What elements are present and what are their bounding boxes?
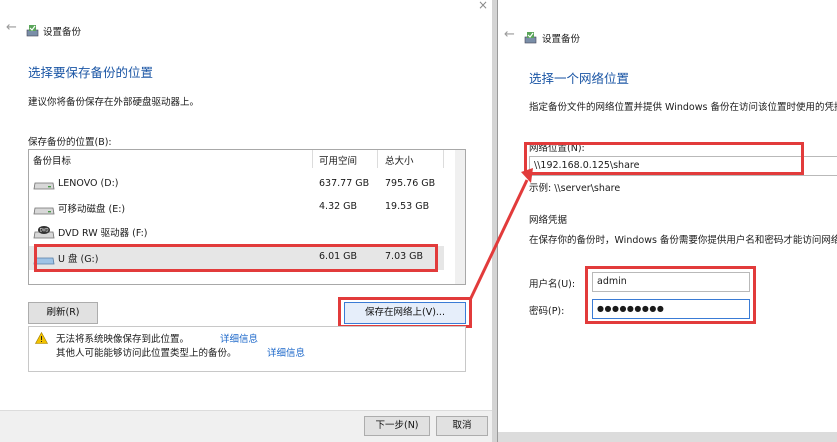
- credentials-title: 网络凭据: [529, 215, 568, 226]
- hard-drive-icon: [33, 182, 55, 190]
- list-item[interactable]: DVD DVD RW 驱动器 (F:): [29, 220, 444, 244]
- example-text: 示例: \\server\share: [529, 183, 621, 194]
- description-text: 指定备份文件的网络位置并提供 Windows 备份在访问该位置时使用的凭据: [529, 102, 837, 113]
- close-icon[interactable]: ×: [478, 0, 488, 12]
- warning-icon: [35, 332, 48, 344]
- details-link-2[interactable]: 详细信息: [267, 345, 305, 359]
- svg-text:DVD: DVD: [40, 228, 49, 233]
- column-target[interactable]: 备份目标: [33, 153, 71, 167]
- details-link-1[interactable]: 详细信息: [220, 331, 258, 345]
- drive-name: LENOVO (D:): [58, 178, 119, 189]
- usb-drive-icon: [33, 257, 55, 265]
- save-on-network-button[interactable]: 保存在网络上(V)...: [344, 302, 466, 324]
- back-arrow-icon[interactable]: ←: [6, 20, 17, 35]
- window-title: 设置备份: [43, 27, 82, 38]
- network-location-input[interactable]: \\192.168.0.125\share: [529, 156, 837, 176]
- drive-free: 6.01 GB: [319, 251, 358, 262]
- setup-backup-window: ← 设置备份 选择要保存备份的位置 建议你将备份保存在外部硬盘驱动器上。 保存备…: [0, 0, 492, 442]
- column-free-space[interactable]: 可用空间: [319, 153, 357, 167]
- drive-name: U 盘 (G:): [58, 254, 99, 265]
- list-item-selected[interactable]: U 盘 (G:) 6.01 GB 7.03 GB: [29, 246, 444, 270]
- password-label: 密码(P):: [529, 306, 565, 317]
- backup-target-list[interactable]: 备份目标 可用空间 总大小 LENOVO (D:) 637.77 GB 795.…: [28, 149, 466, 285]
- network-location-label: 网络位置(N):: [529, 143, 585, 154]
- drive-free: 4.32 GB: [319, 201, 358, 212]
- warning-panel: 无法将系统映像保存到此位置。 详细信息 其他人可能能够访问此位置类型上的备份。 …: [28, 326, 466, 372]
- removable-disk-icon: [33, 207, 55, 215]
- drive-total: 795.76 GB: [385, 178, 436, 189]
- credentials-description: 在保存你的备份时，Windows 备份需要你提供用户名和密码才能访问网络: [529, 235, 837, 246]
- network-location-window: ← 设置备份 选择一个网络位置 指定备份文件的网络位置并提供 Windows 备…: [497, 0, 837, 442]
- username-input[interactable]: admin: [592, 272, 750, 292]
- window-title: 设置备份: [542, 34, 581, 45]
- location-label: 保存备份的位置(B):: [28, 137, 112, 148]
- page-heading: 选择一个网络位置: [529, 71, 630, 86]
- drive-total: 7.03 GB: [385, 251, 424, 262]
- list-item[interactable]: 可移动磁盘 (E:) 4.32 GB 19.53 GB: [29, 196, 444, 220]
- back-arrow-icon[interactable]: ←: [504, 27, 515, 42]
- username-label: 用户名(U):: [529, 279, 576, 290]
- drive-name: DVD RW 驱动器 (F:): [58, 228, 148, 239]
- cancel-button[interactable]: 取消: [436, 416, 488, 436]
- warning-line1: 无法将系统映像保存到此位置。: [56, 334, 190, 345]
- next-button[interactable]: 下一步(N): [364, 416, 430, 436]
- column-total-size[interactable]: 总大小: [385, 153, 414, 167]
- drive-total: 19.53 GB: [385, 201, 430, 212]
- recommend-text: 建议你将备份保存在外部硬盘驱动器上。: [28, 97, 200, 108]
- page-heading: 选择要保存备份的位置: [28, 65, 154, 80]
- backup-app-icon: [26, 25, 39, 37]
- password-input[interactable]: ●●●●●●●●●: [592, 299, 750, 319]
- bottom-bar: [498, 432, 837, 442]
- dialog-footer: 下一步(N) 取消: [0, 410, 492, 442]
- backup-app-icon: [524, 32, 537, 44]
- list-scrollbar[interactable]: [455, 150, 465, 284]
- refresh-button[interactable]: 刷新(R): [28, 302, 98, 324]
- dvd-drive-icon: DVD: [33, 226, 55, 239]
- drive-free: 637.77 GB: [319, 178, 370, 189]
- warning-line2: 其他人可能能够访问此位置类型上的备份。: [56, 348, 237, 359]
- drive-name: 可移动磁盘 (E:): [58, 204, 126, 215]
- list-item[interactable]: LENOVO (D:) 637.77 GB 795.76 GB: [29, 172, 444, 196]
